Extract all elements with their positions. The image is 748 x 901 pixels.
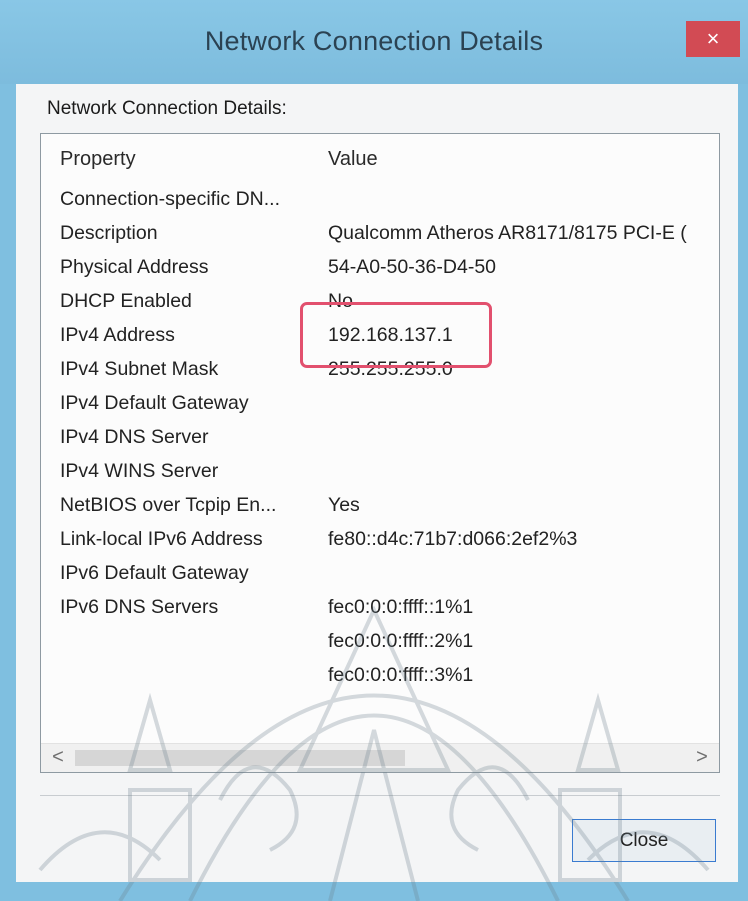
scroll-left-icon[interactable]: < [47,746,69,770]
list-item[interactable]: fec0:0:0:ffff::3%1 [41,664,719,698]
value-cell: fec0:0:0:ffff::3%1 [328,664,474,686]
list-item[interactable]: IPv4 DNS Server [41,426,719,460]
column-header-property[interactable]: Property [60,148,136,171]
details-label: Network Connection Details: [47,98,287,119]
dialog-window: Network Connection Details × Network Con… [0,0,748,901]
list-item[interactable]: NetBIOS over Tcpip En... Yes [41,494,719,528]
property-cell: IPv4 DNS Server [60,426,209,448]
column-header-value[interactable]: Value [328,148,378,171]
value-cell: fe80::d4c:71b7:d066:2ef2%3 [328,528,578,550]
list-item[interactable]: fec0:0:0:ffff::2%1 [41,630,719,664]
window-title: Network Connection Details [204,26,544,56]
list-item[interactable]: IPv4 WINS Server [41,460,719,494]
value-cell: fec0:0:0:ffff::1%1 [328,596,474,618]
property-cell: Description [60,222,158,244]
ipv4-highlight-box [300,302,492,368]
property-cell: NetBIOS over Tcpip En... [60,494,277,516]
list-item[interactable]: Link-local IPv6 Address fe80::d4c:71b7:d0… [41,528,719,562]
property-cell: DHCP Enabled [60,290,192,312]
property-cell: IPv4 Subnet Mask [60,358,219,380]
property-cell: IPv4 Address [60,324,175,346]
title-bar[interactable]: Network Connection Details × [0,0,748,84]
list-item[interactable]: IPv6 Default Gateway [41,562,719,596]
value-cell: fec0:0:0:ffff::2%1 [328,630,474,652]
value-cell: 54-A0-50-36-D4-50 [328,256,497,278]
close-icon[interactable]: × [686,21,740,57]
list-item[interactable]: IPv6 DNS Servers fec0:0:0:ffff::1%1 [41,596,719,630]
property-cell: Physical Address [60,256,209,278]
list-item[interactable]: Description Qualcomm Atheros AR8171/8175 … [41,222,719,256]
property-cell: IPv6 DNS Servers [60,596,219,618]
property-cell: Connection-specific DN... [60,188,281,210]
close-button[interactable]: Close [572,819,716,862]
scroll-right-icon[interactable]: > [691,746,713,770]
scrollbar-thumb[interactable] [75,750,405,766]
horizontal-scrollbar[interactable]: < > [41,743,719,772]
separator-line [40,795,720,796]
value-cell: Qualcomm Atheros AR8171/8175 PCI-E ( [328,222,687,244]
property-cell: IPv4 Default Gateway [60,392,249,414]
list-item[interactable]: Connection-specific DN... [41,188,719,222]
property-cell: IPv6 Default Gateway [60,562,249,584]
details-list[interactable]: Property Value Connection-specific DN...… [40,133,720,773]
list-item[interactable]: IPv4 Default Gateway [41,392,719,426]
value-cell: Yes [328,494,360,516]
property-cell: Link-local IPv6 Address [60,528,263,550]
property-cell: IPv4 WINS Server [60,460,219,482]
list-item[interactable]: Physical Address 54-A0-50-36-D4-50 [41,256,719,290]
